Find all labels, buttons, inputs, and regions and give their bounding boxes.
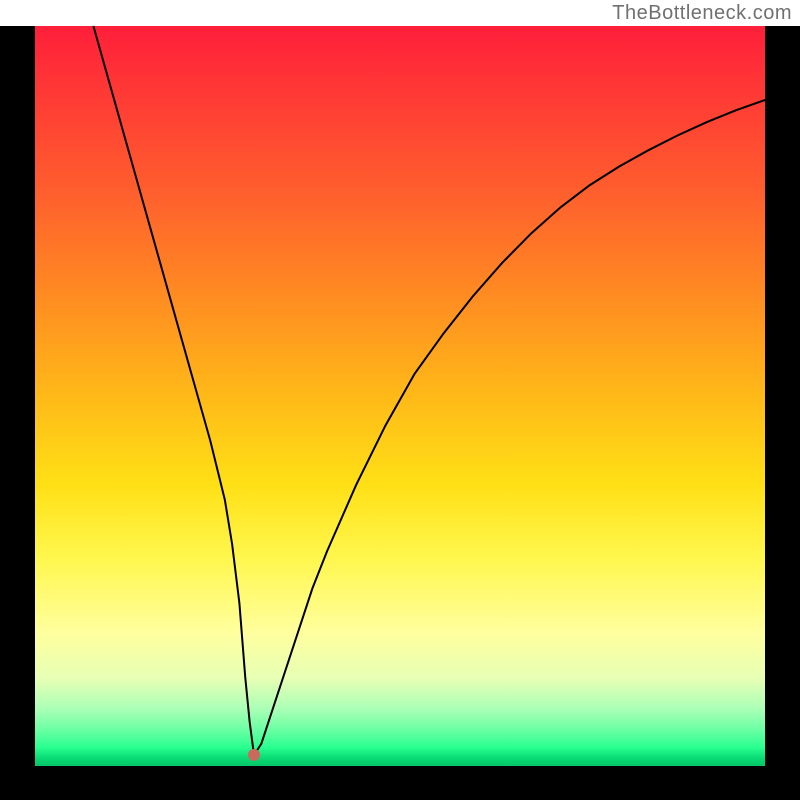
plot-area [35,26,765,766]
figure: TheBottleneck.com [0,0,800,800]
min-point-marker [248,749,260,761]
plot-frame [0,26,800,800]
watermark-text: TheBottleneck.com [612,2,792,25]
bottleneck-curve-path [93,26,765,755]
curve-layer [35,26,765,766]
